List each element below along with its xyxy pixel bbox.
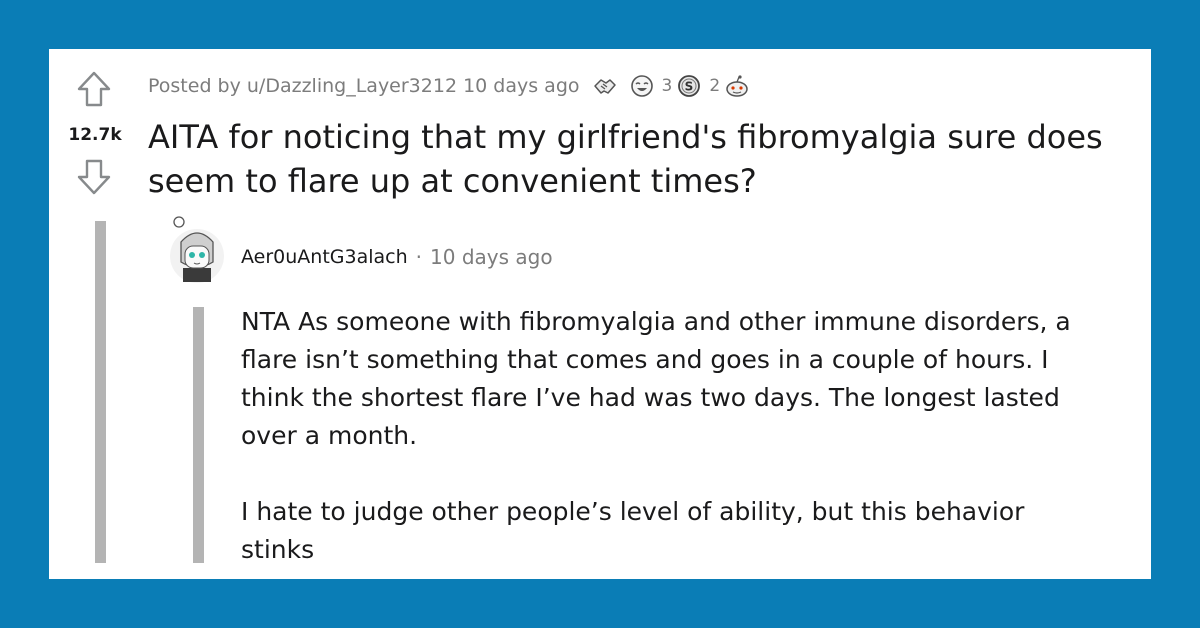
avatar[interactable]	[169, 212, 225, 284]
comment-author[interactable]: Aer0uAntG3alach	[241, 246, 408, 268]
award-count: 2	[709, 76, 721, 96]
comment-paragraph: NTA As someone with fibromyalgia and oth…	[241, 307, 1071, 450]
comment-time[interactable]: 10 days ago	[430, 245, 553, 269]
downvote-arrow-icon[interactable]	[77, 159, 111, 195]
comment-body: NTA As someone with fibromyalgia and oth…	[241, 303, 1091, 569]
laughing-face-award-icon[interactable]	[629, 74, 655, 98]
vote-score: 12.7k	[68, 125, 122, 145]
handshake-award-icon[interactable]	[592, 74, 618, 98]
thread-collapse-line[interactable]	[95, 221, 106, 563]
award-count: 3	[661, 76, 673, 96]
svg-text:S: S	[685, 80, 694, 94]
reddit-post-card: 12.7k Posted by u/Dazzling_Layer3212 10 …	[49, 49, 1151, 579]
upvote-arrow-icon[interactable]	[77, 71, 111, 107]
comment-collapse-line[interactable]	[193, 307, 204, 563]
comment-paragraph: I hate to judge other people’s level of …	[241, 497, 1025, 564]
comment-meta: Aer0uAntG3alach · 10 days ago	[241, 245, 553, 269]
meta-separator: ·	[415, 245, 423, 269]
posted-by-line[interactable]: Posted by u/Dazzling_Layer3212 10 days a…	[148, 75, 580, 97]
silver-coin-award-icon[interactable]: S	[676, 74, 702, 98]
post-meta: Posted by u/Dazzling_Layer3212 10 days a…	[148, 71, 761, 101]
post-title[interactable]: AITA for noticing that my girlfriend's f…	[148, 115, 1143, 203]
wholesome-snoo-award-icon[interactable]	[724, 74, 750, 98]
